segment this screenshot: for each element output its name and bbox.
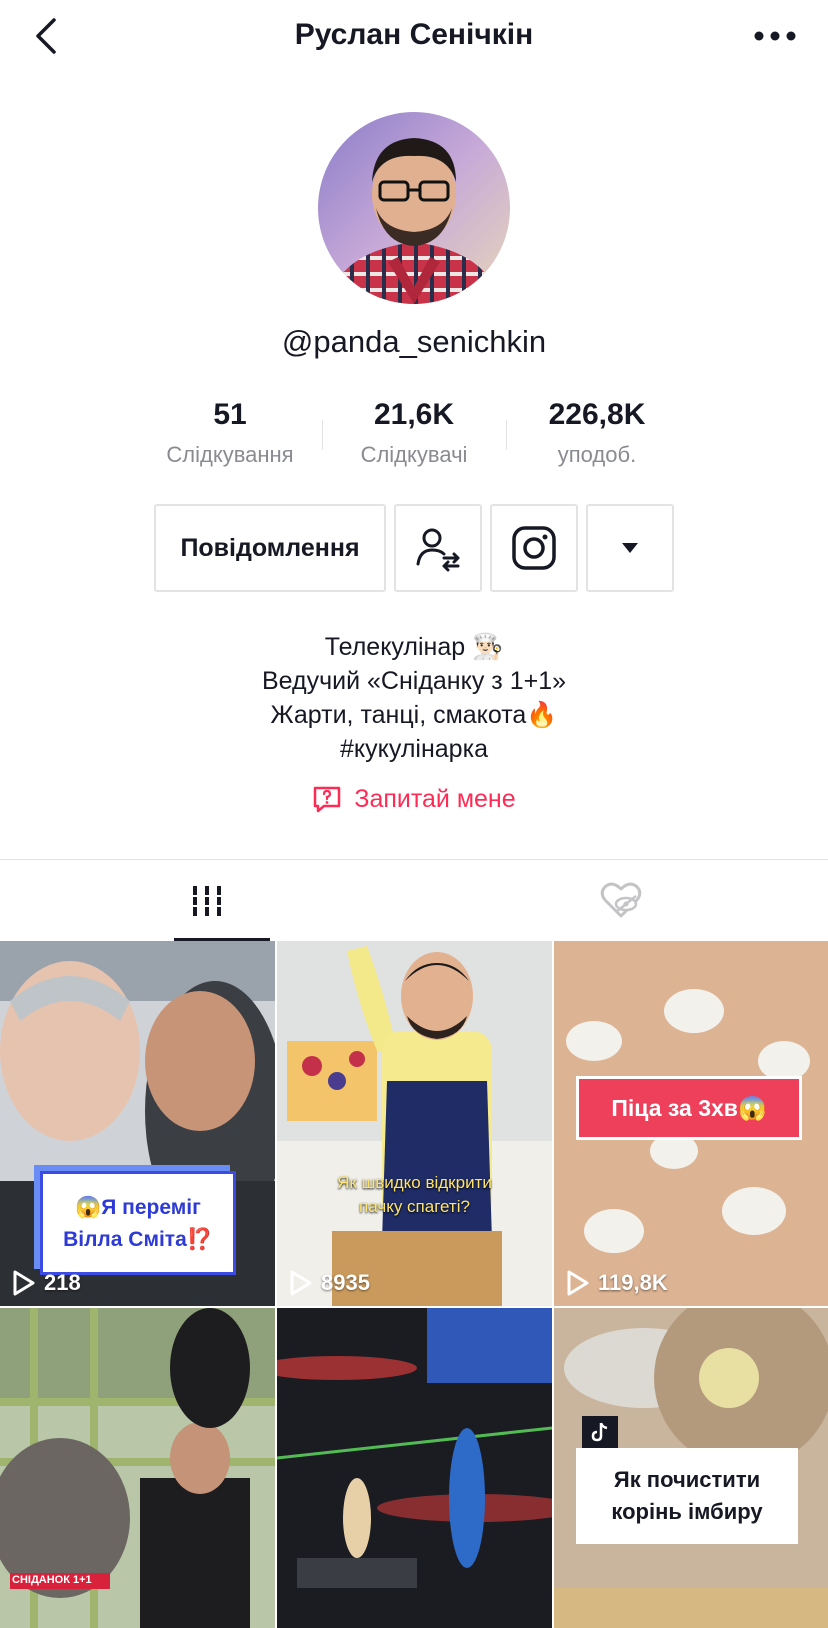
play-icon: [13, 1270, 35, 1296]
tab-videos[interactable]: [0, 860, 414, 942]
profile-title: Руслан Сенічкін: [294, 18, 534, 51]
video-caption: Як почистити корінь імбиру: [611, 1467, 763, 1524]
user-follow-icon: [416, 528, 460, 572]
grid-icon: [191, 886, 223, 916]
content-tabs: [0, 859, 828, 942]
question-bubble-icon: [314, 786, 341, 813]
caret-down-icon: [622, 543, 638, 553]
video-caption-card: Піца за 3хв😱: [576, 1076, 802, 1140]
message-button[interactable]: Повідомлення: [154, 504, 386, 592]
view-count: 119,8K: [566, 1270, 668, 1296]
view-count-text: 218: [44, 1270, 81, 1295]
video-thumbnail[interactable]: СНІДАНОК 1+1: [0, 1308, 275, 1628]
video-caption: Піца за 3хв😱: [611, 1095, 767, 1121]
following-stat[interactable]: 51 Слідкування: [135, 398, 325, 468]
video-thumbnail[interactable]: [277, 1308, 552, 1628]
instagram-button[interactable]: [490, 504, 578, 592]
view-count: 218: [12, 1270, 81, 1296]
video-thumbnail[interactable]: Як почистити корінь імбиру: [554, 1308, 828, 1628]
username: @panda_senichkin: [281, 324, 547, 359]
tab-liked-private[interactable]: [414, 860, 828, 942]
top-bar: Руслан Сенічкін: [0, 0, 828, 72]
following-label: Слідкування: [166, 442, 294, 467]
followers-count: 21,6K: [373, 398, 455, 431]
following-count: 51: [213, 398, 247, 431]
video-grid: 😱Я переміг Вілла Сміта⁉️ 218 Як швидко в…: [0, 941, 828, 1628]
video-thumbnail[interactable]: Піца за 3хв😱 119,8K: [554, 941, 828, 1306]
avatar[interactable]: [318, 112, 510, 304]
suggestions-dropdown-button[interactable]: [586, 504, 674, 592]
video-caption-card: 😱Я переміг Вілла Сміта⁉️: [40, 1171, 236, 1275]
profile-bio: Телекулінар 👨🏻‍🍳 Ведучий «Сніданку з 1+1…: [0, 630, 828, 766]
bio-line: Телекулінар 👨🏻‍🍳: [324, 633, 504, 661]
ask-me-label: Запитай мене: [354, 784, 516, 813]
view-count-text: 8935: [321, 1270, 370, 1295]
video-caption: Як швидко відкрити пачку спагеті?: [337, 1173, 492, 1216]
followers-stat[interactable]: 21,6K Слідкувачі: [319, 398, 509, 468]
video-caption-card: Як почистити корінь імбиру: [576, 1448, 798, 1544]
likes-label: уподоб.: [557, 442, 637, 467]
view-count: 8935: [289, 1270, 370, 1296]
tiktok-logo-icon: [582, 1416, 618, 1448]
bio-hashtag[interactable]: #кукулінарка: [0, 732, 828, 766]
follow-switch-button[interactable]: [394, 504, 482, 592]
bio-line: Жарти, танці, смакота🔥: [270, 701, 558, 729]
likes-count: 226,8K: [548, 398, 646, 431]
likes-stat[interactable]: 226,8K уподоб.: [502, 398, 692, 468]
video-thumbnail[interactable]: Як швидко відкрити пачку спагеті? 8935: [277, 941, 552, 1306]
play-icon: [290, 1270, 312, 1296]
channel-watermark: СНІДАНОК 1+1: [12, 1574, 92, 1586]
instagram-icon: [512, 526, 556, 570]
more-options-icon[interactable]: [752, 24, 798, 48]
hidden-heart-icon: [600, 882, 642, 918]
followers-label: Слідкувачі: [360, 442, 468, 467]
video-thumbnail[interactable]: 😱Я переміг Вілла Сміта⁉️ 218: [0, 941, 275, 1306]
bio-line: Ведучий «Сніданку з 1+1»: [261, 667, 567, 695]
video-caption: 😱Я переміг Вілла Сміта⁉️: [63, 1196, 213, 1251]
view-count-text: 119,8K: [598, 1270, 668, 1295]
profile-stats: 51 Слідкування 21,6K Слідкувачі 226,8K у…: [0, 398, 828, 478]
play-icon: [567, 1270, 589, 1296]
ask-me-link[interactable]: Запитай мене: [0, 784, 828, 814]
